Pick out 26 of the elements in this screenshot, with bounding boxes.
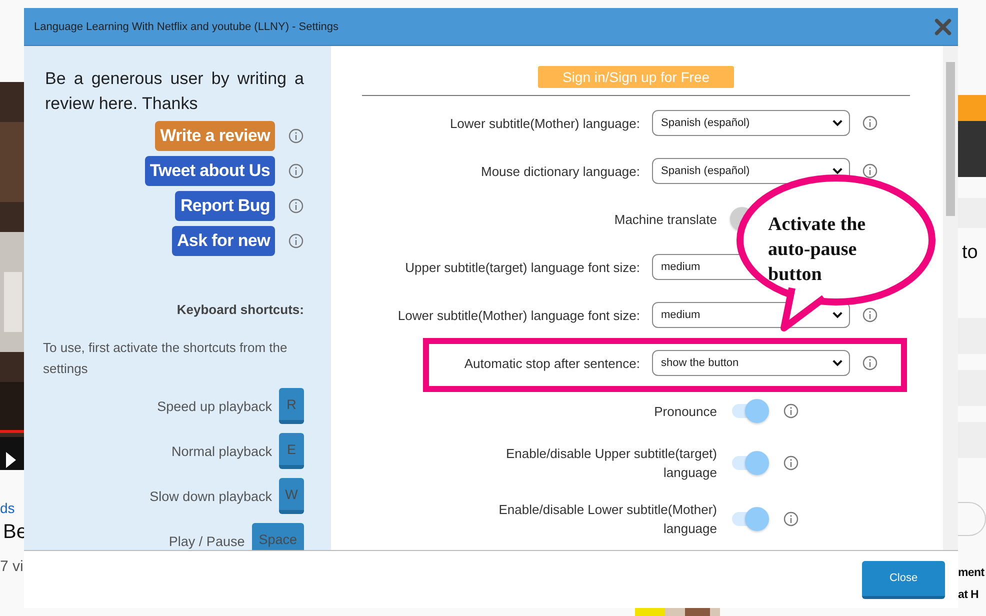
shortcuts-note: To use, first activate the shortcuts from the settings	[43, 339, 288, 378]
view-count: 7 vi	[0, 558, 24, 575]
setting-label: Machine translate	[614, 210, 717, 228]
setting-label: Enable/disable Lower subtitle(Mother) language	[498, 501, 717, 538]
setting-label: Enable/disable Upper subtitle(target) language	[504, 445, 717, 482]
key-cap: W	[279, 478, 304, 514]
side-text: to	[962, 242, 978, 264]
video-title: at H	[958, 588, 980, 603]
key-cap: Space	[252, 523, 304, 550]
setting-label: Upper subtitle(target) language font size:	[405, 258, 640, 276]
callout-text: Activate the auto-pause button	[768, 213, 867, 287]
setting-label: Pronounce	[654, 402, 717, 420]
key-cap: E	[279, 433, 304, 469]
setting-label: Mouse dictionary language:	[481, 162, 640, 180]
setting-label: Automatic stop after sentence:	[464, 354, 640, 372]
shortcut-label: Normal playback	[171, 444, 272, 458]
review-message: Be a generous user by writing a review here. Thanks	[45, 68, 304, 115]
setting-label: Lower subtitle(Mother) language font size:	[398, 306, 640, 324]
shortcuts-heading: Keyboard shortcuts:	[176, 302, 304, 317]
shortcut-label: Slow down playback	[150, 488, 272, 504]
key-cap: R	[279, 388, 304, 424]
window-title: Language Learning With Netflix and youtube (LLNY) - Settings	[34, 20, 339, 32]
shortcut-label: Speed up playback	[157, 398, 272, 414]
video-title: ment	[958, 566, 984, 581]
setting-label: Lower subtitle(Mother) language:	[450, 114, 640, 132]
shortcut-label: Play / Pause	[168, 534, 245, 548]
